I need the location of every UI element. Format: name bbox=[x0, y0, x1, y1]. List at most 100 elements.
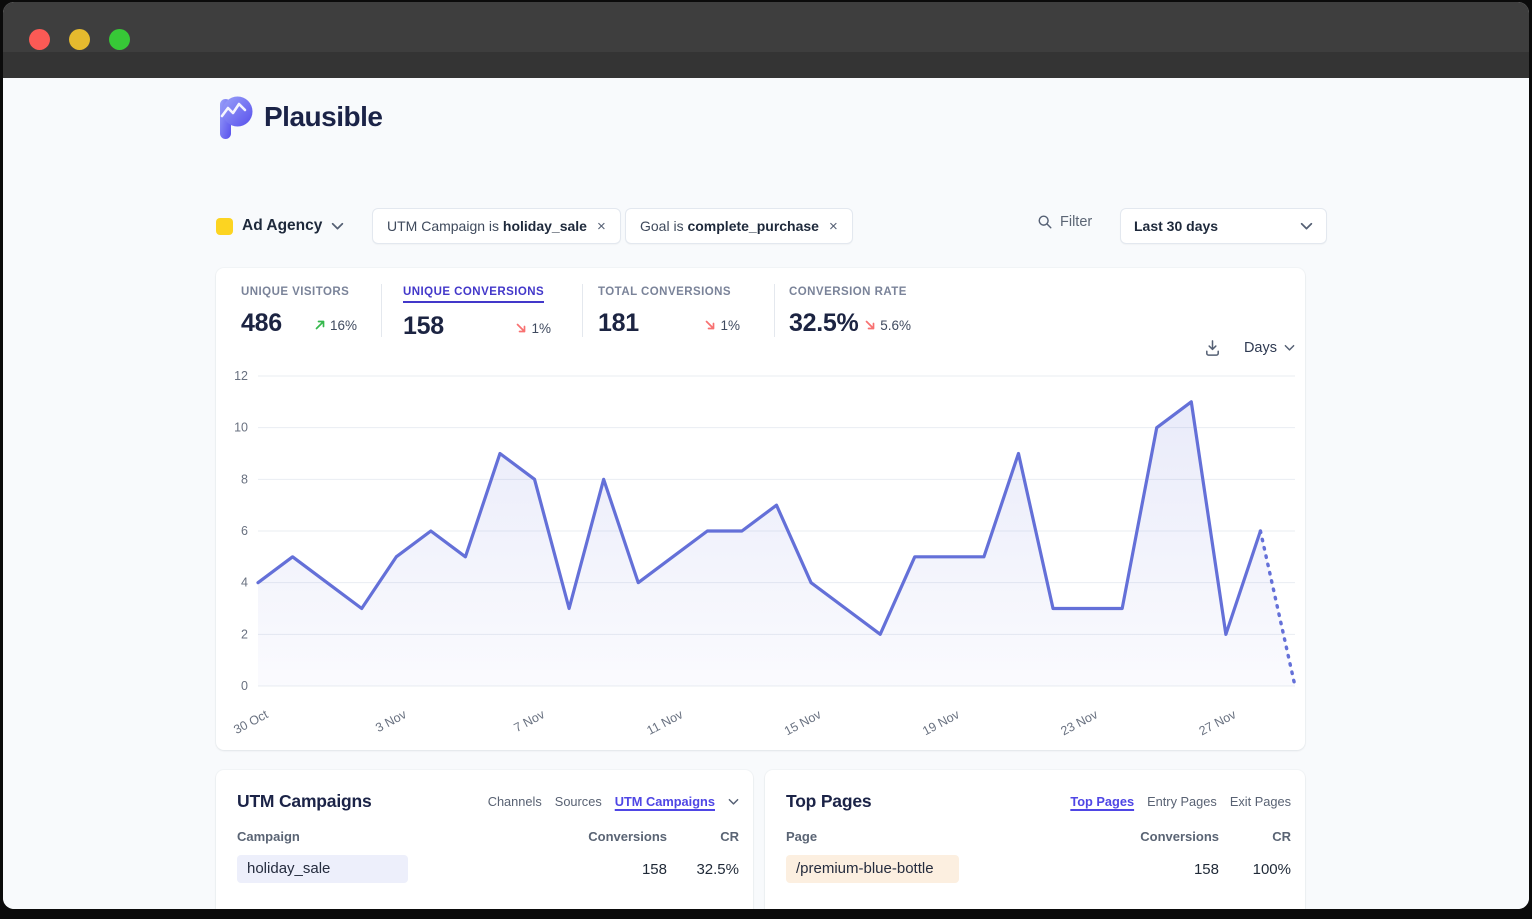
download-button[interactable] bbox=[1203, 338, 1222, 357]
table-header: Campaign Conversions CR bbox=[237, 829, 739, 844]
plausible-wordmark: Plausible bbox=[264, 101, 382, 133]
toolbar: Ad Agency UTM Campaign is holiday_sale ×… bbox=[3, 208, 1529, 244]
window-titlebar bbox=[3, 2, 1529, 52]
svg-text:19 Nov: 19 Nov bbox=[920, 707, 962, 738]
metric-change: 1% bbox=[515, 321, 551, 336]
metric-value: 181 bbox=[598, 309, 639, 338]
filter-pill-goal: Goal is complete_purchase × bbox=[625, 208, 853, 244]
tab-channels[interactable]: Channels bbox=[488, 794, 542, 809]
svg-text:10: 10 bbox=[234, 421, 248, 435]
svg-text:7 Nov: 7 Nov bbox=[512, 707, 548, 735]
panel-tabs: Top Pages Entry Pages Exit Pages bbox=[1070, 791, 1291, 809]
trend-down-icon bbox=[704, 319, 716, 331]
filter-button-label: Filter bbox=[1060, 214, 1092, 230]
tab-utm-campaigns[interactable]: UTM Campaigns bbox=[615, 794, 715, 809]
chart-controls: Days bbox=[1203, 338, 1295, 357]
tab-entry-pages[interactable]: Entry Pages bbox=[1147, 794, 1217, 809]
filter-button[interactable]: Filter bbox=[1037, 214, 1092, 230]
tab-sources[interactable]: Sources bbox=[555, 794, 602, 809]
chevron-down-icon bbox=[1284, 344, 1295, 352]
panel-title: UTM Campaigns bbox=[237, 791, 372, 812]
filter-pill-utm-campaign: UTM Campaign is holiday_sale × bbox=[372, 208, 621, 244]
date-range-select[interactable]: Last 30 days bbox=[1120, 208, 1327, 244]
site-selector[interactable]: Ad Agency bbox=[216, 208, 344, 244]
column-cr: CR bbox=[667, 829, 739, 844]
metric-value: 32.5% bbox=[789, 309, 858, 338]
metric-value: 158 bbox=[403, 312, 444, 341]
panel-title: Top Pages bbox=[786, 791, 871, 812]
filter-pill-text: UTM Campaign is holiday_sale bbox=[387, 218, 587, 234]
trend-down-icon bbox=[864, 319, 876, 331]
filter-pill-text: Goal is complete_purchase bbox=[640, 218, 819, 234]
svg-text:12: 12 bbox=[234, 369, 248, 383]
metric-label: CONVERSION RATE bbox=[789, 286, 907, 298]
column-conversions: Conversions bbox=[1131, 829, 1219, 844]
svg-text:15 Nov: 15 Nov bbox=[782, 707, 824, 738]
search-icon bbox=[1037, 214, 1053, 230]
svg-text:27 Nov: 27 Nov bbox=[1197, 707, 1239, 738]
metric-change: 1% bbox=[704, 318, 740, 333]
browser-window: Plausible Ad Agency UTM Campaign is holi… bbox=[3, 2, 1529, 909]
metric-change: 5.6% bbox=[864, 318, 911, 333]
plausible-logo[interactable]: Plausible bbox=[216, 95, 382, 139]
column-conversions: Conversions bbox=[579, 829, 667, 844]
metric-unique-visitors[interactable]: UNIQUE VISITORS 486 16% bbox=[241, 282, 357, 338]
zoom-button[interactable] bbox=[109, 29, 130, 50]
remove-filter-icon[interactable]: × bbox=[829, 219, 838, 234]
download-icon bbox=[1203, 338, 1222, 357]
svg-text:30 Oct: 30 Oct bbox=[231, 707, 271, 737]
trend-up-icon bbox=[314, 319, 326, 331]
metric-label: UNIQUE CONVERSIONS bbox=[403, 286, 544, 303]
page-content: Plausible Ad Agency UTM Campaign is holi… bbox=[3, 78, 1529, 909]
row-conversions: 158 bbox=[1131, 861, 1219, 878]
column-page: Page bbox=[786, 829, 1131, 844]
plausible-logo-icon bbox=[216, 95, 254, 139]
date-range-value: Last 30 days bbox=[1134, 218, 1218, 234]
site-favicon-icon bbox=[216, 218, 233, 235]
table-row[interactable]: /premium-blue-bottle 158 100% bbox=[786, 855, 1291, 883]
metric-total-conversions[interactable]: TOTAL CONVERSIONS 181 1% bbox=[598, 282, 740, 338]
interval-select[interactable]: Days bbox=[1244, 340, 1295, 356]
chevron-down-icon bbox=[1300, 222, 1313, 231]
tab-exit-pages[interactable]: Exit Pages bbox=[1230, 794, 1291, 809]
analytics-card: UNIQUE VISITORS 486 16% UNIQUE CONVERSIO… bbox=[216, 268, 1305, 750]
trend-down-icon bbox=[515, 322, 527, 334]
utm-campaigns-panel: UTM Campaigns Channels Sources UTM Campa… bbox=[216, 770, 753, 909]
svg-text:23 Nov: 23 Nov bbox=[1058, 707, 1100, 738]
metric-conversion-rate[interactable]: CONVERSION RATE 32.5% 5.6% bbox=[789, 282, 911, 338]
table-header: Page Conversions CR bbox=[786, 829, 1291, 844]
panel-tabs: Channels Sources UTM Campaigns bbox=[488, 791, 739, 809]
row-cr: 32.5% bbox=[667, 861, 739, 878]
metric-divider bbox=[582, 284, 583, 337]
site-name: Ad Agency bbox=[242, 217, 322, 235]
remove-filter-icon[interactable]: × bbox=[597, 219, 606, 234]
svg-text:4: 4 bbox=[241, 576, 248, 590]
column-cr: CR bbox=[1219, 829, 1291, 844]
top-pages-panel: Top Pages Top Pages Entry Pages Exit Pag… bbox=[765, 770, 1305, 909]
metric-unique-conversions[interactable]: UNIQUE CONVERSIONS 158 1% bbox=[403, 282, 551, 341]
metric-divider bbox=[774, 284, 775, 337]
metric-divider bbox=[381, 284, 382, 337]
close-button[interactable] bbox=[29, 29, 50, 50]
conversions-line-chart: 0 2 4 6 8 10 12 30 Oct 3 Nov 7 Nov 11 Nov 15 Nov 19 … bbox=[216, 268, 1305, 750]
row-cr: 100% bbox=[1219, 861, 1291, 878]
chevron-down-icon[interactable] bbox=[728, 798, 739, 806]
svg-text:6: 6 bbox=[241, 524, 248, 538]
minimize-button[interactable] bbox=[69, 29, 90, 50]
svg-text:11 Nov: 11 Nov bbox=[644, 707, 685, 738]
table-row[interactable]: holiday_sale 158 32.5% bbox=[237, 855, 739, 883]
row-page-name[interactable]: /premium-blue-bottle bbox=[786, 855, 959, 883]
metric-label: TOTAL CONVERSIONS bbox=[598, 286, 731, 298]
row-campaign-name[interactable]: holiday_sale bbox=[237, 855, 408, 883]
chevron-down-icon bbox=[331, 222, 344, 231]
row-conversions: 158 bbox=[579, 861, 667, 878]
tab-top-pages[interactable]: Top Pages bbox=[1070, 794, 1134, 809]
svg-text:2: 2 bbox=[241, 627, 248, 641]
svg-text:3 Nov: 3 Nov bbox=[373, 707, 409, 735]
svg-text:8: 8 bbox=[241, 472, 248, 486]
metric-label: UNIQUE VISITORS bbox=[241, 286, 349, 298]
metric-value: 486 bbox=[241, 309, 282, 338]
titlebar-strip bbox=[3, 52, 1529, 78]
svg-text:0: 0 bbox=[241, 679, 248, 693]
interval-value: Days bbox=[1244, 340, 1277, 356]
